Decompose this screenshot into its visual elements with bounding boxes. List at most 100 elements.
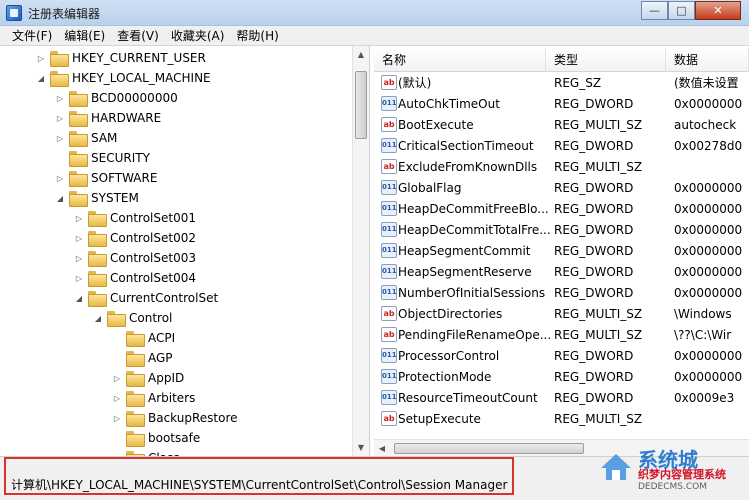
collapsed-arrow-icon[interactable]: ▷	[36, 53, 46, 63]
value-name: PendingFileRenameOpe...	[398, 327, 552, 342]
binary-value-icon: 011	[381, 222, 397, 237]
tree-node-label: AppID	[148, 371, 185, 385]
title-bar: 注册表编辑器 — □ ✕	[0, 0, 749, 26]
expanded-arrow-icon[interactable]: ◢	[93, 313, 103, 323]
tree-node-label: ControlSet004	[110, 271, 196, 285]
menu-favorites[interactable]: 收藏夹(A)	[165, 27, 231, 44]
value-data: 0x0000000	[674, 243, 743, 258]
maximize-button[interactable]: □	[668, 1, 695, 20]
binary-value-icon: 011	[381, 390, 397, 405]
value-name: HeapDeCommitTotalFre...	[398, 222, 551, 237]
registry-tree[interactable]: ▲ ▼ ▷ HKEY_CURRENT_USER ◢ HKEY_LOCAL_MACHIN…	[6, 46, 370, 456]
menu-edit[interactable]: 编辑(E)	[58, 27, 111, 44]
value-row[interactable]: 011 HeapDeCommitFreeBlo... REG_DWORD 0x0000…	[374, 198, 749, 219]
value-row[interactable]: 011 GlobalFlag REG_DWORD 0x0000000	[374, 177, 749, 198]
value-row[interactable]: 011 HeapDeCommitTotalFre... REG_DWORD 0x000…	[374, 219, 749, 240]
column-header-name[interactable]: 名称	[374, 48, 546, 72]
value-row[interactable]: 011 HeapSegmentCommit REG_DWORD 0x0000000	[374, 240, 749, 261]
no-expander-spacer	[112, 333, 122, 343]
tree-node-label: Control	[129, 311, 173, 325]
tree-node[interactable]: ▷ ControlSet003	[74, 248, 196, 268]
value-name: HeapDeCommitFreeBlo...	[398, 201, 549, 216]
tree-node[interactable]: ▷ BCD00000000	[55, 88, 178, 108]
tree-vertical-scrollbar[interactable]: ▲ ▼	[352, 46, 369, 456]
folder-icon	[88, 231, 107, 247]
collapsed-arrow-icon[interactable]: ▷	[112, 413, 122, 423]
tree-node[interactable]: ▷ AppID	[112, 368, 184, 388]
collapsed-arrow-icon[interactable]: ▷	[112, 393, 122, 403]
value-name: AutoChkTimeOut	[398, 96, 500, 111]
value-row[interactable]: ab (默认) REG_SZ (数值未设置	[374, 72, 749, 93]
values-list[interactable]: 名称 类型 数据 ab (默认) REG_SZ (数值未设置 011 AutoChkTim…	[374, 46, 749, 456]
tree-scroll-thumb[interactable]	[355, 71, 367, 139]
tree-node[interactable]: ▷Class	[112, 448, 180, 456]
tree-node[interactable]: SECURITY	[55, 148, 150, 168]
column-header-data[interactable]: 数据	[666, 48, 749, 72]
tree-node-label: SYSTEM	[91, 191, 139, 205]
menu-help[interactable]: 帮助(H)	[230, 27, 284, 44]
collapsed-arrow-icon[interactable]: ▷	[74, 253, 84, 263]
value-type: REG_DWORD	[554, 243, 634, 258]
value-row[interactable]: 011 CriticalSectionTimeout REG_DWORD 0x0027…	[374, 135, 749, 156]
value-row[interactable]: ab SetupExecute REG_MULTI_SZ	[374, 408, 749, 429]
tree-node[interactable]: ▷ Arbiters	[112, 388, 195, 408]
collapsed-arrow-icon[interactable]: ▷	[74, 233, 84, 243]
close-button[interactable]: ✕	[695, 1, 741, 20]
tree-node[interactable]: ▷ SOFTWARE	[55, 168, 157, 188]
scroll-up-icon[interactable]: ▲	[353, 46, 369, 63]
tree-node[interactable]: ▷ ControlSet004	[74, 268, 196, 288]
scroll-left-icon[interactable]: ◀	[374, 440, 390, 456]
tree-node[interactable]: ▷ ControlSet001	[74, 208, 196, 228]
column-header-type[interactable]: 类型	[546, 48, 666, 72]
value-row[interactable]: 011 ProcessorControl REG_DWORD 0x0000000	[374, 345, 749, 366]
scroll-down-icon[interactable]: ▼	[353, 439, 369, 456]
folder-icon	[69, 91, 88, 107]
value-row[interactable]: ab ObjectDirectories REG_MULTI_SZ \Windows	[374, 303, 749, 324]
collapsed-arrow-icon[interactable]: ▷	[55, 113, 65, 123]
tree-node[interactable]: ACPI	[112, 328, 175, 348]
value-row[interactable]: ab ExcludeFromKnownDlls REG_MULTI_SZ	[374, 156, 749, 177]
tree-node[interactable]: ◢ SYSTEM	[55, 188, 139, 208]
value-name: CriticalSectionTimeout	[398, 138, 534, 153]
tree-node[interactable]: ▷ ControlSet002	[74, 228, 196, 248]
collapsed-arrow-icon[interactable]: ▷	[55, 173, 65, 183]
value-row[interactable]: 011 ResourceTimeoutCount REG_DWORD 0x0009e3	[374, 387, 749, 408]
value-row[interactable]: 011 NumberOfInitialSessions REG_DWORD 0x000…	[374, 282, 749, 303]
value-name: ProtectionMode	[398, 369, 492, 384]
value-row[interactable]: 011 AutoChkTimeOut REG_DWORD 0x0000000	[374, 93, 749, 114]
collapsed-arrow-icon[interactable]: ▷	[112, 373, 122, 383]
binary-value-icon: 011	[381, 138, 397, 153]
tree-node[interactable]: ◢ HKEY_LOCAL_MACHINE	[36, 68, 211, 88]
folder-icon	[69, 191, 88, 207]
binary-value-icon: 011	[381, 348, 397, 363]
collapsed-arrow-icon[interactable]: ▷	[74, 273, 84, 283]
tree-node[interactable]: bootsafe	[112, 428, 200, 448]
tree-node-label: Arbiters	[148, 391, 196, 405]
value-row[interactable]: 011 HeapSegmentReserve REG_DWORD 0x0000000	[374, 261, 749, 282]
binary-value-icon: 011	[381, 285, 397, 300]
collapsed-arrow-icon[interactable]: ▷	[55, 133, 65, 143]
expanded-arrow-icon[interactable]: ◢	[74, 293, 84, 303]
minimize-button[interactable]: —	[641, 1, 668, 20]
expanded-arrow-icon[interactable]: ◢	[55, 193, 65, 203]
tree-node[interactable]: ▷ HARDWARE	[55, 108, 161, 128]
expanded-arrow-icon[interactable]: ◢	[36, 73, 46, 83]
menu-view[interactable]: 查看(V)	[111, 27, 165, 44]
tree-node[interactable]: ◢ CurrentControlSet	[74, 288, 218, 308]
list-scroll-thumb[interactable]	[394, 443, 584, 454]
tree-node[interactable]: ▷ SAM	[55, 128, 117, 148]
value-row[interactable]: ab PendingFileRenameOpe... REG_MULTI_SZ \??…	[374, 324, 749, 345]
value-row[interactable]: ab BootExecute REG_MULTI_SZ autocheck	[374, 114, 749, 135]
tree-node[interactable]: AGP	[112, 348, 173, 368]
list-header: 名称 类型 数据	[374, 48, 749, 72]
collapsed-arrow-icon[interactable]: ▷	[55, 93, 65, 103]
value-row[interactable]: 011 ProtectionMode REG_DWORD 0x0000000	[374, 366, 749, 387]
menu-file[interactable]: 文件(F)	[6, 27, 58, 44]
value-type: REG_DWORD	[554, 390, 634, 405]
tree-node[interactable]: ◢ Control	[93, 308, 172, 328]
tree-node[interactable]: ▷ BackupRestore	[112, 408, 238, 428]
tree-node-label: BackupRestore	[148, 411, 238, 425]
value-type: REG_MULTI_SZ	[554, 117, 643, 132]
tree-node[interactable]: ▷ HKEY_CURRENT_USER	[36, 48, 206, 68]
collapsed-arrow-icon[interactable]: ▷	[74, 213, 84, 223]
